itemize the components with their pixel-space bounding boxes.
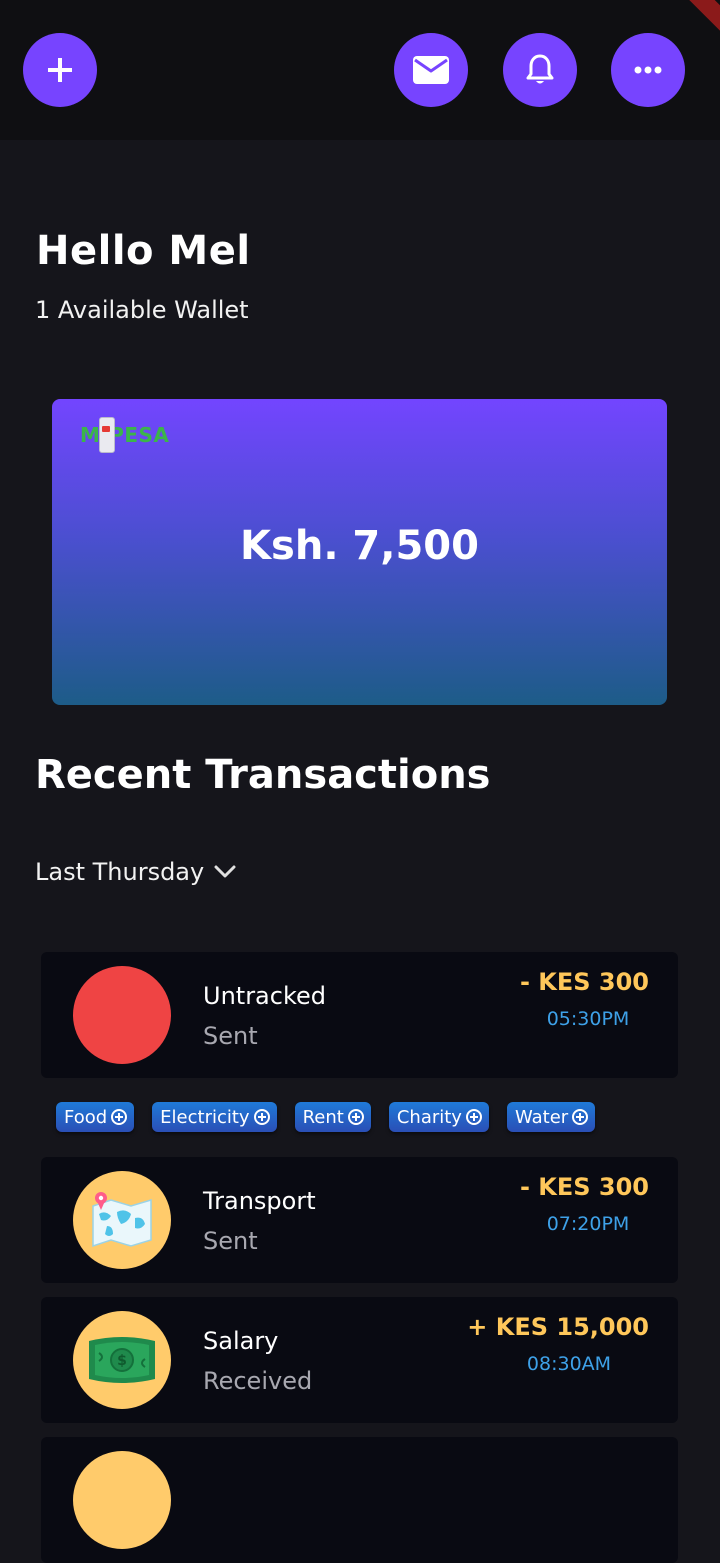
- transaction-time: 08:30AM: [526, 1353, 612, 1375]
- chevron-down-icon: [214, 865, 236, 878]
- more-options-button[interactable]: [611, 33, 685, 107]
- salary-avatar: $: [73, 1311, 171, 1409]
- wallet-count: 1 Available Wallet: [35, 296, 249, 324]
- svg-text:$: $: [117, 1353, 127, 1369]
- more-horizontal-icon: [634, 66, 662, 74]
- date-filter-dropdown[interactable]: Last Thursday: [35, 858, 236, 886]
- transaction-card[interactable]: Untracked Sent - KES 300 05:30PM: [41, 952, 678, 1078]
- add-circle-icon: [111, 1109, 128, 1125]
- mail-icon: [413, 56, 449, 84]
- chip-electricity[interactable]: Electricity: [152, 1102, 277, 1132]
- add-button[interactable]: [23, 33, 97, 107]
- section-title: Recent Transactions: [35, 752, 491, 798]
- transaction-title: Untracked: [203, 982, 326, 1010]
- plus-icon: [48, 58, 72, 82]
- chip-label: Electricity: [160, 1106, 250, 1128]
- chip-label: Food: [64, 1106, 108, 1128]
- chip-label: Rent: [302, 1106, 344, 1128]
- transaction-title: Salary: [203, 1327, 279, 1355]
- wallet-balance: Ksh. 7,500: [240, 523, 479, 569]
- chip-charity[interactable]: Charity: [388, 1102, 489, 1132]
- greeting-title: Hello Mel: [36, 228, 251, 274]
- next-transaction-avatar: [73, 1451, 171, 1549]
- transaction-time: 07:20PM: [546, 1213, 630, 1235]
- chip-water[interactable]: Water: [506, 1102, 596, 1132]
- transaction-amount: - KES 300: [519, 968, 649, 996]
- chip-label: Water: [514, 1106, 569, 1128]
- transaction-card[interactable]: $ Salary Received + KES 15,000 08:30AM: [41, 1297, 678, 1423]
- transaction-card[interactable]: Transport Sent - KES 300 07:20PM: [41, 1157, 678, 1283]
- mpesa-logo-text: M-PESA: [80, 423, 170, 447]
- transaction-status: Received: [203, 1367, 313, 1395]
- transaction-time: 05:30PM: [546, 1008, 630, 1030]
- money-icon: $: [89, 1337, 155, 1383]
- chip-rent[interactable]: Rent: [294, 1102, 371, 1132]
- transaction-status: Sent: [203, 1022, 258, 1050]
- add-circle-icon: [465, 1109, 482, 1125]
- chip-label: Charity: [396, 1106, 462, 1128]
- transport-avatar: [73, 1171, 171, 1269]
- map-pin-icon: [92, 1192, 152, 1248]
- add-circle-icon: [347, 1109, 364, 1125]
- notifications-button[interactable]: [503, 33, 577, 107]
- transaction-amount: + KES 15,000: [467, 1313, 649, 1341]
- add-circle-icon: [253, 1109, 270, 1125]
- add-circle-icon: [572, 1109, 589, 1125]
- untracked-avatar: [73, 966, 171, 1064]
- phone-icon: [99, 417, 115, 453]
- transaction-amount: - KES 300: [519, 1173, 649, 1201]
- transaction-title: Transport: [203, 1187, 316, 1215]
- mpesa-logo: M-PESA: [80, 417, 180, 457]
- bell-icon: [526, 54, 554, 84]
- wallet-card[interactable]: M-PESA Ksh. 7,500: [52, 399, 667, 705]
- category-chips: Food Electricity Rent Charity Water: [56, 1102, 596, 1132]
- chip-food[interactable]: Food: [56, 1102, 135, 1132]
- messages-button[interactable]: [394, 33, 468, 107]
- date-filter-label: Last Thursday: [35, 858, 205, 886]
- transaction-card[interactable]: [41, 1437, 678, 1563]
- transaction-status: Sent: [203, 1227, 258, 1255]
